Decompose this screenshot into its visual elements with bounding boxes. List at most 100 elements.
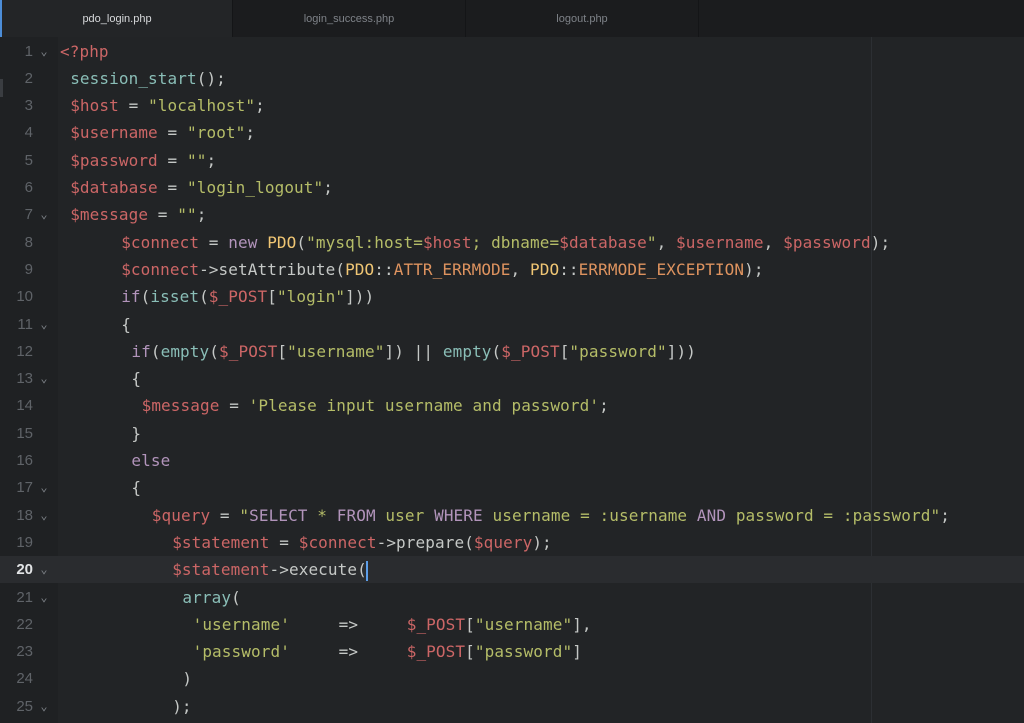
- code-line-25[interactable]: 25 ⌄);: [0, 693, 1024, 720]
- fold-chevron-down-icon[interactable]: ⌄: [38, 365, 50, 392]
- code-line-3[interactable]: 3 $host = "localhost";: [0, 92, 1024, 119]
- line-number: 6: [24, 179, 33, 196]
- code-token: ::: [374, 259, 394, 279]
- line-number: 11: [17, 315, 33, 333]
- code-token: "": [187, 150, 207, 170]
- code-line-23[interactable]: 23 'password' => $_POST["password"]: [0, 638, 1024, 665]
- code-token: [: [465, 614, 475, 634]
- code-token: );: [870, 232, 891, 252]
- code-line-8[interactable]: 8 $connect = new PDO("mysql:host=$host; d…: [0, 229, 1024, 256]
- code-token: ::: [559, 259, 579, 279]
- code-text: 'username' => $_POST["username"],: [193, 611, 592, 638]
- code-token: =>: [289, 642, 407, 662]
- code-line-4[interactable]: 4 $username = "root";: [0, 119, 1024, 146]
- code-line-5[interactable]: 5 $password = "";: [0, 147, 1024, 174]
- code-token: ;: [245, 123, 256, 143]
- code-token: ,: [510, 259, 530, 279]
- code-line-24[interactable]: 24): [0, 665, 1024, 692]
- code-line-15[interactable]: 15}: [0, 420, 1024, 447]
- code-token: }: [131, 423, 142, 443]
- code-token: $statement: [172, 532, 270, 552]
- code-line-2[interactable]: 2 session_start();: [0, 65, 1024, 92]
- code-token: ,: [656, 232, 677, 252]
- tab-login-success[interactable]: login_success.php: [233, 0, 466, 37]
- code-line-14[interactable]: 14 $message = 'Please input username and …: [0, 392, 1024, 419]
- code-token: ): [182, 669, 193, 689]
- tab-bar: pdo_login.php login_success.php logout.p…: [0, 0, 1024, 38]
- code-area[interactable]: 1 ⌄ <?php 2 session_start(); 3 $host = "localh…: [0, 37, 1024, 723]
- code-token: ;: [940, 505, 950, 525]
- line-number: 21: [16, 588, 33, 606]
- code-token: =: [210, 505, 240, 525]
- code-token: else: [131, 451, 171, 470]
- code-token: (: [296, 232, 307, 252]
- code-token: FROM: [336, 505, 376, 525]
- code-text: $username = "root";: [70, 119, 255, 146]
- code-line-16[interactable]: 16 else: [0, 447, 1024, 474]
- code-token: ->setAttribute(: [199, 259, 346, 279]
- tab-pdo-login[interactable]: pdo_login.php: [0, 0, 233, 37]
- code-text: if(empty($_POST["username"]) || empty($_…: [131, 338, 696, 365]
- fold-chevron-down-icon[interactable]: ⌄: [38, 584, 50, 611]
- code-line-18[interactable]: 18 ⌄ $query = "SELECT * FROM user WHERE us…: [0, 502, 1024, 529]
- code-token: ->prepare(: [376, 532, 474, 552]
- code-text: $connect->setAttribute(PDO::ATTR_ERRMODE…: [121, 256, 763, 283]
- code-token: *: [307, 505, 337, 525]
- code-token: $username: [70, 123, 158, 143]
- code-token: "login_logout": [187, 178, 324, 197]
- code-token: "password": [474, 642, 573, 662]
- code-line-12[interactable]: 12 if(empty($_POST["username"]) || empty(…: [0, 338, 1024, 365]
- line-number: 22: [16, 615, 33, 633]
- line-number: 10: [16, 288, 33, 306]
- code-token: $query: [151, 505, 211, 525]
- code-line-13[interactable]: 13 ⌄ {: [0, 365, 1024, 392]
- code-line-10[interactable]: 10 if(isset($_POST["login"])): [0, 283, 1024, 310]
- code-line-21[interactable]: 21 ⌄ array(: [0, 584, 1024, 611]
- code-token: "username": [474, 614, 573, 634]
- fold-chevron-down-icon[interactable]: ⌄: [38, 556, 50, 583]
- tab-bar-empty-area: [699, 0, 1024, 37]
- line-number: 14: [16, 397, 33, 415]
- code-text: 'password' => $_POST["password"]: [193, 638, 582, 665]
- code-line-9[interactable]: 9 $connect->setAttribute(PDO::ATTR_ERRMOD…: [0, 256, 1024, 283]
- line-number: 24: [16, 670, 33, 688]
- code-line-17[interactable]: 17 ⌄ {: [0, 474, 1024, 501]
- line-number: 20: [16, 561, 33, 579]
- code-line-6[interactable]: 6 $database = "login_logout";: [0, 174, 1024, 201]
- code-token: $query: [473, 532, 533, 552]
- code-text: );: [172, 693, 191, 720]
- code-text: {: [121, 311, 131, 338]
- code-token: $connect: [121, 259, 200, 279]
- tab-logout[interactable]: logout.php: [466, 0, 699, 37]
- code-line-19[interactable]: 19 $statement = $connect->prepare($query)…: [0, 529, 1024, 556]
- code-token: WHERE: [434, 505, 483, 525]
- code-token: ->execute(: [269, 560, 367, 580]
- code-text: $statement->execute(: [172, 556, 368, 583]
- code-line-22[interactable]: 22 'username' => $_POST["username"],: [0, 611, 1024, 638]
- code-line-7[interactable]: 7 ⌄ $message = "";: [0, 201, 1024, 228]
- fold-chevron-down-icon[interactable]: ⌄: [38, 311, 50, 338]
- code-line-20[interactable]: 20 ⌄ $statement->execute(: [0, 556, 1024, 584]
- code-text: ): [182, 665, 192, 692]
- code-token: PDO: [267, 232, 297, 252]
- code-text: session_start();: [70, 65, 226, 92]
- line-number: 19: [16, 533, 33, 551]
- code-token: (: [150, 341, 161, 361]
- code-text: <?php: [60, 38, 109, 65]
- code-text: if(isset($_POST["login"])): [121, 283, 374, 310]
- fold-chevron-down-icon[interactable]: ⌄: [38, 201, 50, 228]
- fold-chevron-down-icon[interactable]: ⌄: [38, 38, 50, 65]
- line-number: 23: [16, 643, 33, 661]
- code-line-1[interactable]: 1 ⌄ <?php: [0, 38, 1024, 65]
- code-token: $database: [70, 178, 158, 197]
- code-text: $database = "login_logout";: [70, 174, 333, 201]
- line-number: 7: [24, 206, 33, 224]
- line-number: 2: [24, 69, 33, 87]
- code-token: "localhost": [148, 96, 256, 116]
- fold-chevron-down-icon[interactable]: ⌄: [38, 474, 50, 501]
- line-number: 1: [24, 42, 33, 60]
- fold-chevron-down-icon[interactable]: ⌄: [38, 502, 50, 529]
- fold-chevron-down-icon[interactable]: ⌄: [38, 693, 50, 720]
- code-token: "username": [287, 341, 385, 361]
- code-line-11[interactable]: 11 ⌄ {: [0, 311, 1024, 338]
